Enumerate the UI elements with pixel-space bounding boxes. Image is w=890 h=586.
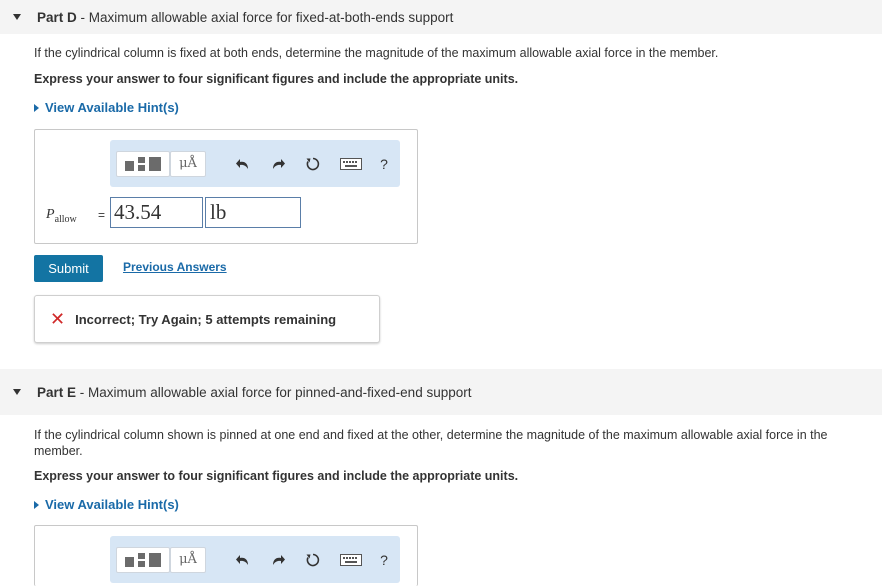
submit-button[interactable]: Submit	[34, 255, 103, 282]
title-separator: -	[76, 384, 89, 400]
hint-label: View Available Hint(s)	[45, 100, 179, 115]
math-toolbar: μÅ ?	[110, 536, 400, 583]
part-title-text: Maximum allowable axial force for pinned…	[88, 384, 472, 400]
question-text: If the cylindrical column is fixed at bo…	[34, 46, 719, 60]
view-hints-link[interactable]: View Available Hint(s)	[34, 100, 179, 115]
variable-label: Pallow	[46, 207, 77, 225]
unit-input[interactable]: lb	[205, 197, 301, 228]
templates-icon[interactable]	[116, 546, 170, 573]
math-toolbar: μÅ ?	[110, 140, 400, 187]
reset-icon[interactable]	[302, 549, 324, 571]
undo-icon[interactable]	[232, 153, 254, 175]
part-e-header[interactable]: Part E - Maximum allowable axial force f…	[0, 369, 882, 415]
instruction-text: Express your answer to four significant …	[34, 469, 519, 483]
help-icon[interactable]: ?	[373, 549, 395, 571]
question-text: If the cylindrical column shown is pinne…	[34, 428, 828, 458]
title-separator: -	[76, 9, 89, 25]
units-icon[interactable]: μÅ	[170, 546, 206, 573]
units-icon[interactable]: μÅ	[170, 150, 206, 177]
instruction-text: Express your answer to four significant …	[34, 72, 519, 86]
hint-label: View Available Hint(s)	[45, 497, 179, 512]
variable-subscript: allow	[54, 213, 77, 225]
view-hints-link[interactable]: View Available Hint(s)	[34, 497, 179, 512]
expand-triangle-icon	[34, 500, 39, 509]
redo-icon[interactable]	[267, 153, 289, 175]
answer-box: μÅ ? Pallow = 43.54 lb	[34, 129, 418, 244]
redo-icon[interactable]	[267, 549, 289, 571]
collapse-triangle-icon[interactable]	[13, 14, 21, 20]
previous-answers-link[interactable]: Previous Answers	[123, 260, 227, 274]
value-input[interactable]: 43.54	[110, 197, 203, 228]
keyboard-icon[interactable]	[338, 549, 364, 571]
variable-symbol: P	[46, 207, 55, 222]
feedback-message: Incorrect; Try Again; 5 attempts remaini…	[75, 311, 337, 327]
keyboard-icon[interactable]	[338, 153, 364, 175]
incorrect-x-icon: ✕	[50, 308, 66, 330]
part-label: Part E	[37, 384, 77, 400]
expand-triangle-icon	[34, 103, 39, 112]
answer-box: μÅ ?	[34, 525, 418, 586]
part-title-text: Maximum allowable axial force for fixed-…	[88, 9, 454, 25]
part-label: Part D	[37, 9, 77, 25]
part-d-title: Part D - Maximum allowable axial force f…	[37, 10, 453, 25]
equals-sign: =	[98, 208, 106, 222]
collapse-triangle-icon[interactable]	[13, 389, 21, 395]
undo-icon[interactable]	[232, 549, 254, 571]
feedback-box: ✕ Incorrect; Try Again; 5 attempts remai…	[34, 295, 380, 343]
reset-icon[interactable]	[302, 153, 324, 175]
part-d-header[interactable]: Part D - Maximum allowable axial force f…	[0, 0, 882, 34]
templates-icon[interactable]	[116, 150, 170, 177]
part-e-title: Part E - Maximum allowable axial force f…	[37, 385, 471, 400]
help-icon[interactable]: ?	[373, 153, 395, 175]
